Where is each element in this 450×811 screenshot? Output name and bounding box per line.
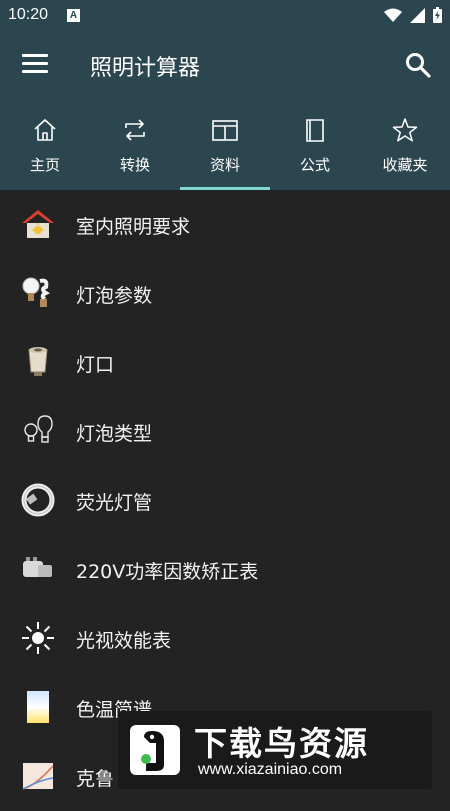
status-time: 10:20 (8, 6, 49, 23)
tab-label: 转换 (119, 156, 150, 174)
list-item-label: 灯口 (76, 354, 115, 376)
kruithof-chart-icon (22, 763, 54, 790)
bulb-outline-icon (24, 415, 53, 443)
house-icon (22, 210, 54, 238)
tab-label: 资料 (209, 156, 240, 174)
tab-favorites[interactable]: 收藏夹 (360, 98, 450, 190)
capacitor-icon (23, 557, 52, 577)
tab-resources[interactable]: 资料 (180, 98, 270, 190)
list-item-label: 克鲁 (76, 768, 115, 790)
list-item-label: 荧光灯管 (76, 492, 153, 514)
wifi-icon (384, 8, 402, 22)
fluorescent-ring-icon (21, 483, 55, 517)
a-notification-icon: A (67, 9, 80, 22)
tab-bar: 主页 转换 资料 公式 收藏夹 (0, 98, 450, 190)
tab-convert[interactable]: 转换 (90, 98, 180, 190)
home-icon (34, 119, 56, 141)
list-item-label: 灯泡参数 (76, 285, 153, 307)
list-item[interactable]: 灯口 (0, 328, 450, 397)
search-icon[interactable] (404, 51, 432, 79)
sun-icon (22, 622, 54, 654)
watermark-banner: 下载鸟资源 www.xiazainiao.com (118, 711, 432, 789)
list-item[interactable]: 室内照明要求 (0, 190, 450, 259)
list-item[interactable]: 荧光灯管 (0, 466, 450, 535)
convert-icon (125, 119, 145, 141)
list-item-label: 光视效能表 (76, 630, 172, 652)
list-item[interactable]: 灯泡参数 (0, 259, 450, 328)
tab-formulas[interactable]: 公式 (270, 98, 360, 190)
list-item-label: 灯泡类型 (76, 423, 153, 445)
bird-logo-icon (130, 725, 180, 775)
signal-icon (410, 7, 425, 23)
watermark-title: 下载鸟资源 (194, 724, 369, 763)
book-icon (306, 119, 324, 142)
watermark-url: www.xiazainiao.com (198, 761, 343, 778)
app-title: 照明计算器 (90, 56, 201, 81)
book-open-icon (212, 120, 238, 141)
list-item[interactable]: 光视效能表 (0, 604, 450, 673)
list-item-label: 室内照明要求 (76, 216, 191, 238)
menu-icon[interactable] (22, 54, 48, 76)
app-bar: 照明计算器 (0, 32, 450, 98)
color-temperature-icon (27, 691, 49, 723)
bulbs-icon (22, 277, 50, 307)
list-item-label: 220V功率因数矫正表 (76, 561, 259, 583)
tab-label: 主页 (29, 156, 60, 174)
list-item[interactable]: 220V功率因数矫正表 (0, 535, 450, 604)
status-bar: 10:20 A (0, 0, 450, 32)
lamp-socket-icon (28, 347, 48, 376)
list-item[interactable]: 灯泡类型 (0, 397, 450, 466)
tab-home[interactable]: 主页 (0, 98, 90, 190)
tab-label: 公式 (299, 156, 330, 174)
battery-icon (433, 7, 442, 23)
star-icon (392, 118, 418, 142)
tab-label: 收藏夹 (382, 156, 428, 174)
status-icons (384, 7, 442, 23)
